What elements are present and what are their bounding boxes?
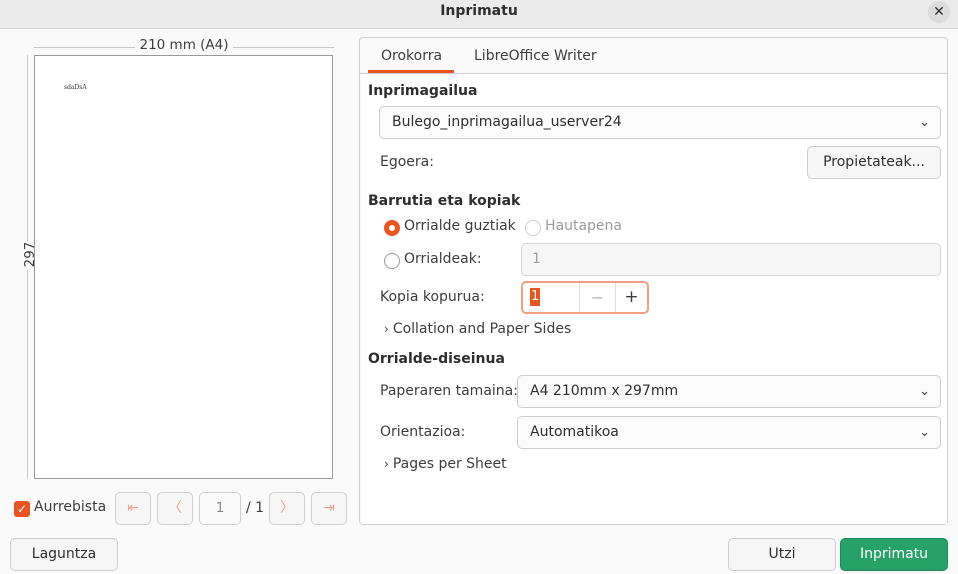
previous-page-button[interactable]: 〈 xyxy=(157,492,193,525)
chevron-left-icon: 〈 xyxy=(168,500,182,516)
first-page-button[interactable]: ⇤ xyxy=(115,492,151,525)
preview-checkbox[interactable]: ✓ xyxy=(14,501,30,517)
copies-value[interactable]: 1 xyxy=(530,288,541,306)
chevron-right-icon: › xyxy=(384,457,389,471)
minus-icon[interactable]: − xyxy=(579,283,615,312)
page-preview-text: sdaDsA xyxy=(64,84,87,91)
range-heading: Barrutia eta kopiak xyxy=(368,193,521,209)
copies-label: Kopia kopurua: xyxy=(380,289,485,305)
chevron-right-icon: 〉 xyxy=(280,500,294,516)
chevron-down-icon: ⌄ xyxy=(919,425,930,440)
preview-label: Aurrebista xyxy=(34,499,107,515)
pages-label: Orrialdeak: xyxy=(404,251,482,267)
all-pages-label: Orrialde guztiak xyxy=(404,218,516,234)
all-pages-radio[interactable] xyxy=(384,220,400,236)
page-width-label: 210 mm (A4) xyxy=(34,37,334,53)
cancel-button[interactable]: Utzi xyxy=(728,538,836,571)
selection-radio[interactable] xyxy=(525,220,541,236)
paper-size-label: Paperaren tamaina: xyxy=(380,383,518,399)
print-button[interactable]: Inprimatu xyxy=(840,538,948,571)
plus-icon[interactable]: + xyxy=(615,283,647,312)
tab-general[interactable]: Orokorra xyxy=(381,48,442,64)
active-tab-indicator xyxy=(368,70,454,73)
copies-spinner[interactable]: 1 − + xyxy=(521,281,649,314)
pages-per-sheet-label: Pages per Sheet xyxy=(392,456,507,472)
printer-select-value: Bulego_inprimagailua_userver24 xyxy=(392,114,622,130)
pages-input[interactable]: 1 xyxy=(521,243,941,276)
pages-per-sheet-expander[interactable]: › Pages per Sheet xyxy=(384,456,507,472)
orientation-select[interactable]: Automatikoa ⌄ xyxy=(517,416,941,449)
next-page-button[interactable]: 〉 xyxy=(269,492,305,525)
paper-size-value: A4 210mm x 297mm xyxy=(530,383,679,399)
title-bar: Inprimatu ✕ xyxy=(0,0,958,29)
orientation-value: Automatikoa xyxy=(530,424,619,440)
collation-expander[interactable]: › Collation and Paper Sides xyxy=(384,321,571,337)
settings-notebook: Orokorra LibreOffice Writer Inprimagailu… xyxy=(359,37,948,525)
status-label: Egoera: xyxy=(380,154,434,170)
selection-label: Hautapena xyxy=(545,218,622,234)
window-title: Inprimatu xyxy=(440,3,518,19)
close-icon[interactable]: ✕ xyxy=(928,1,950,23)
collation-label: Collation and Paper Sides xyxy=(392,321,572,337)
paper-size-select[interactable]: A4 210mm x 297mm ⌄ xyxy=(517,375,941,408)
tab-libreoffice-writer[interactable]: LibreOffice Writer xyxy=(474,48,597,64)
chevron-down-icon: ⌄ xyxy=(919,384,930,399)
chevron-down-icon: ⌄ xyxy=(919,115,930,130)
last-page-icon: ⇥ xyxy=(323,500,335,516)
layout-heading: Orrialde-diseinua xyxy=(368,351,505,367)
page-preview: sdaDsA xyxy=(34,55,333,479)
orientation-label: Orientazioa: xyxy=(380,424,466,440)
page-number-input[interactable]: 1 xyxy=(199,492,241,525)
page-total-label: / 1 xyxy=(246,500,265,516)
help-button[interactable]: Laguntza xyxy=(10,538,118,571)
chevron-right-icon: › xyxy=(384,322,389,336)
tab-bar: Orokorra LibreOffice Writer xyxy=(360,38,947,74)
printer-select[interactable]: Bulego_inprimagailua_userver24 ⌄ xyxy=(379,106,941,139)
last-page-button[interactable]: ⇥ xyxy=(311,492,347,525)
printer-heading: Inprimagailua xyxy=(368,83,478,99)
first-page-icon: ⇤ xyxy=(127,500,139,516)
properties-button[interactable]: Propietateak... xyxy=(807,146,941,179)
pages-radio[interactable] xyxy=(384,253,400,269)
general-tab-content: Inprimagailua Bulego_inprimagailua_userv… xyxy=(361,75,947,524)
